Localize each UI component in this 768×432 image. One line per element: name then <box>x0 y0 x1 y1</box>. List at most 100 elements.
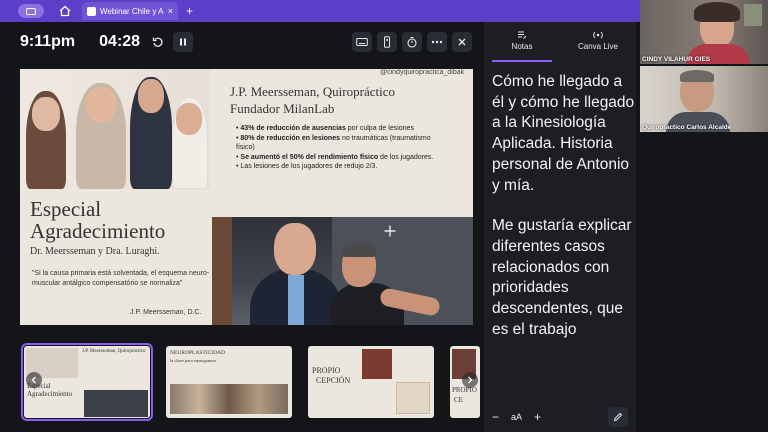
browser-tab-webinar[interactable]: Webinar Chile y Ar... × <box>82 2 178 20</box>
close-presenter-button[interactable] <box>452 32 472 52</box>
bullet-text: Las lesiones de los jugadores de reduj⁠o… <box>240 163 378 170</box>
close-icon <box>458 38 466 46</box>
photo-face <box>176 103 202 135</box>
video-empty-area <box>640 132 768 432</box>
participant-name: Quiropractico Carlos Alcalde <box>642 124 732 131</box>
participant-video-1[interactable]: CINDY VILAHUR GIES <box>640 0 768 64</box>
sidebar-toggle-button[interactable] <box>18 4 44 18</box>
instagram-handle: @cindyquiropractica_dibak <box>380 69 465 76</box>
bullet-item: 80% de reducción en lesiones no traumáti… <box>236 134 446 153</box>
thumb-diagram <box>396 382 430 414</box>
keyboard-icon <box>356 38 368 46</box>
thumbnail-scroll-left[interactable] <box>26 372 42 388</box>
thumbnail-slide-2[interactable]: NEUROPLASTICIDAD la clave para reprogram… <box>166 346 292 418</box>
thumb-title: J.P. Meersseman, Quiropráctico <box>82 349 146 354</box>
reset-timer-button[interactable] <box>148 32 168 52</box>
notes-paragraph: Cómo he llegado a él y cómo he llegado a… <box>492 73 635 194</box>
bullet-text: por culpa de lesiones <box>345 125 414 132</box>
thumbnail-slide-1[interactable]: J.P. Meersseman, Quiropráctico Especial … <box>21 343 153 421</box>
photo-shirt <box>288 275 304 325</box>
more-options-button[interactable] <box>427 32 447 52</box>
thumb-title: PROPIO <box>312 366 341 375</box>
remote-control-button[interactable] <box>377 32 397 52</box>
presenter-view: 9:11pm 04:28 @cindyquiropractica_dibak J… <box>12 22 480 432</box>
thumbnail-slide-3[interactable]: PROPIO CEPCIÓN <box>308 346 434 418</box>
canva-favicon-icon <box>87 6 96 16</box>
slide-quote: "Si la causa primaria está solventada, e… <box>32 270 210 287</box>
tab-title: Webinar Chile y Ar... <box>100 6 164 16</box>
timer-button[interactable] <box>402 32 422 52</box>
photo-face <box>32 97 60 131</box>
pause-icon <box>180 38 187 46</box>
slide-subtitle: Fundador MilanLab <box>230 101 335 116</box>
notes-panel: Notas Canva Live Cómo he llegado a él y … <box>484 22 636 432</box>
participant-name: CINDY VILAHUR GIES <box>642 56 711 63</box>
screen: Webinar Chile y Ar... × + 9:11pm 04:28 <box>0 0 768 432</box>
photo-face <box>274 223 316 275</box>
font-size-label: aA <box>511 412 523 422</box>
bullet-text: de los jugadores. <box>378 153 434 161</box>
thumbnail-scroll-right[interactable] <box>462 372 478 388</box>
sidebar-icon <box>26 7 36 15</box>
video-hair <box>680 70 714 82</box>
tab-notes[interactable]: Notas <box>484 30 560 62</box>
photo-hair <box>342 243 376 257</box>
slide-heading-agradecimiento: Agradecimiento <box>30 219 166 243</box>
video-background-frame <box>744 4 762 26</box>
bullet-bold: Se aumentó el 50% del rendimiento físico <box>240 153 379 161</box>
bullet-bold: 43% de reducción de ausencias <box>240 125 346 132</box>
current-time: 9:11pm <box>20 33 76 50</box>
new-tab-button[interactable]: + <box>186 4 193 18</box>
elapsed-timer: 04:28 <box>99 33 141 50</box>
increase-font-button[interactable]: + <box>534 410 541 424</box>
duo-photo <box>212 217 473 325</box>
current-slide: @cindyquiropractica_dibak J.P. Meerssema… <box>20 69 473 325</box>
slide-bullets: 43% de reducción de ausencias por culpa … <box>236 124 446 172</box>
stopwatch-icon <box>407 36 417 48</box>
notes-paragraph: Me gustaría explicar diferentes casos re… <box>492 217 632 338</box>
thumb-title: NEUROPLASTICIDAD <box>170 350 225 356</box>
bullet-item: Las lesiones de los jugadores de reduj⁠o… <box>236 162 446 172</box>
photo-face <box>138 79 164 113</box>
thumb-photo <box>362 349 392 379</box>
chevron-right-icon <box>468 376 473 384</box>
move-cursor-icon <box>384 225 396 237</box>
notes-tabs: Notas Canva Live <box>484 22 636 62</box>
notes-icon <box>518 31 527 39</box>
thumb-photo <box>84 390 148 417</box>
participant-video-2[interactable]: Quiropractico Carlos Alcalde <box>640 66 768 132</box>
thumb-subtitle: CEPCIÓN <box>316 376 351 385</box>
tab-live-label: Canva Live <box>577 42 619 51</box>
edit-notes-button[interactable] <box>608 407 628 427</box>
thumb-photo-strip <box>170 384 288 414</box>
browser-tab-bar: Webinar Chile y Ar... × + <box>0 0 640 22</box>
slide-thumbnails: J.P. Meersseman, Quiropráctico Especial … <box>20 343 480 422</box>
remote-icon <box>384 36 390 48</box>
bullet-bold: 80% de reducción en lesiones <box>240 134 340 142</box>
slide-heading-names: Dr. Meersseman y Dra. Luraghi. <box>30 246 160 257</box>
thumb-subtitle: CE <box>454 396 463 404</box>
photo-face <box>86 87 116 123</box>
slide-title: J.P. Meersseman, Quiropráctico <box>230 84 395 99</box>
thumb-subtitle: la clave para reprogramar <box>170 358 217 363</box>
notes-toolbar: − aA + <box>484 402 636 432</box>
tab-notes-label: Notas <box>511 42 533 51</box>
tab-canva-live[interactable]: Canva Live <box>560 30 636 51</box>
decrease-font-button[interactable]: − <box>492 410 499 424</box>
bullet-item: Se aumentó el 50% del rendimiento físico… <box>236 153 446 163</box>
chevron-left-icon <box>31 376 36 384</box>
home-button[interactable] <box>58 4 72 18</box>
pause-timer-button[interactable] <box>173 32 194 52</box>
keyboard-shortcuts-button[interactable] <box>352 32 372 52</box>
home-icon <box>59 5 71 17</box>
video-hair <box>694 2 740 22</box>
close-tab-icon[interactable]: × <box>168 6 173 16</box>
pencil-icon <box>613 412 623 422</box>
photo-door <box>212 217 232 325</box>
speaker-notes[interactable]: Cómo he llegado a él y cómo he llegado a… <box>492 72 636 398</box>
presenter-toolbar: 9:11pm 04:28 <box>20 30 480 54</box>
bullet-item: 43% de reducción de ausencias por culpa … <box>236 124 446 134</box>
slide-signature: J.P. Meersseman, D.C. <box>130 309 202 316</box>
more-icon <box>431 40 443 44</box>
broadcast-icon <box>593 31 603 39</box>
